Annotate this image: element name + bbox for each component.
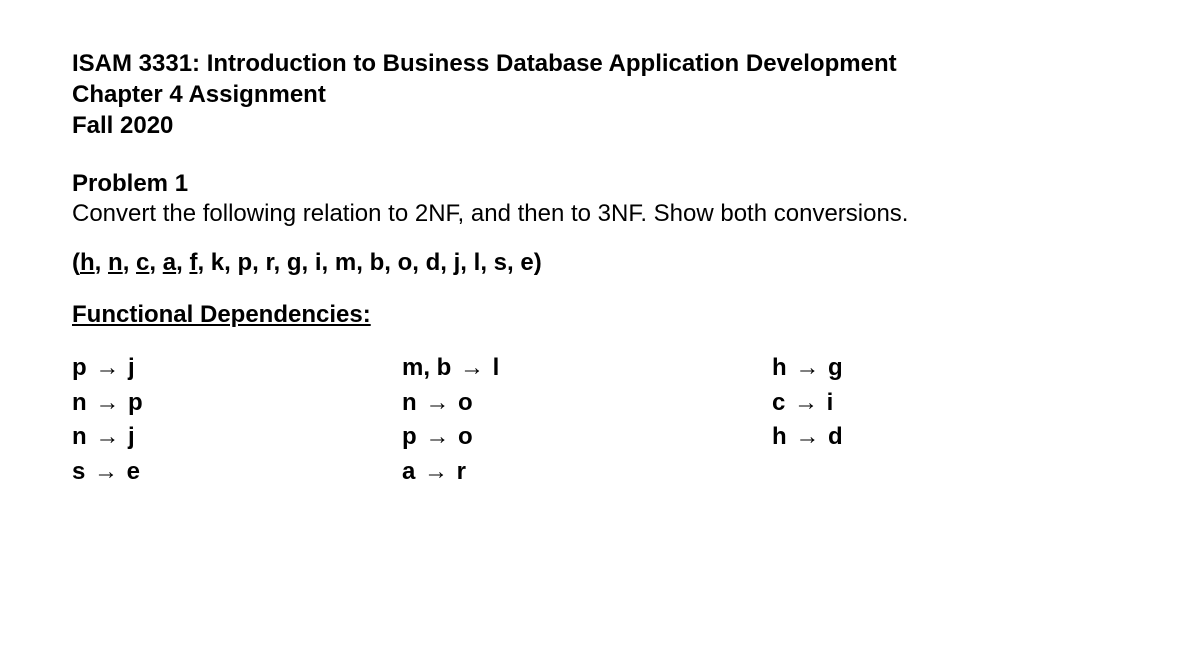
fd-rhs: p bbox=[121, 389, 142, 416]
functional-dependency: n → p bbox=[72, 386, 402, 421]
attribute: e bbox=[520, 249, 533, 276]
functional-dependency: n → o bbox=[402, 386, 772, 421]
assignment-document: ISAM 3331: Introduction to Business Data… bbox=[0, 0, 1200, 530]
fd-rhs: g bbox=[821, 354, 842, 381]
arrow-icon: → bbox=[423, 386, 451, 421]
fd-lhs: p bbox=[402, 423, 423, 450]
functional-dependency: a → r bbox=[402, 455, 772, 490]
functional-dependency: n → j bbox=[72, 420, 402, 455]
fd-lhs: n bbox=[72, 423, 93, 450]
fd-rhs: o bbox=[451, 389, 472, 416]
fd-lhs: p bbox=[72, 354, 93, 381]
separator: , bbox=[197, 249, 210, 276]
functional-dependency: s → e bbox=[72, 455, 402, 490]
arrow-icon: → bbox=[93, 420, 121, 455]
functional-dependency: h → d bbox=[772, 420, 1032, 455]
fd-rhs: i bbox=[820, 389, 833, 416]
chapter-title: Chapter 4 Assignment bbox=[72, 79, 1128, 110]
fd-columns: p → jn → pn → js → em, b → ln → op → oa … bbox=[72, 351, 1128, 490]
fd-lhs: a bbox=[402, 458, 422, 485]
fd-lhs: h bbox=[772, 423, 793, 450]
attribute: r bbox=[266, 249, 274, 276]
course-title: ISAM 3331: Introduction to Business Data… bbox=[72, 48, 1128, 79]
separator: , bbox=[507, 249, 520, 276]
attribute: o bbox=[398, 249, 413, 276]
attribute: b bbox=[370, 249, 385, 276]
separator: , bbox=[123, 249, 136, 276]
separator: , bbox=[440, 249, 453, 276]
attribute: g bbox=[287, 249, 302, 276]
key-attribute: h bbox=[80, 249, 95, 276]
fd-header: Functional Dependencies: bbox=[72, 301, 1128, 329]
separator: , bbox=[95, 249, 108, 276]
functional-dependency: p → j bbox=[72, 351, 402, 386]
separator: , bbox=[149, 249, 162, 276]
key-attribute: n bbox=[108, 249, 123, 276]
key-attribute: a bbox=[163, 249, 176, 276]
arrow-icon: → bbox=[93, 386, 121, 421]
attribute: d bbox=[426, 249, 441, 276]
fd-lhs: s bbox=[72, 458, 92, 485]
fd-rhs: o bbox=[451, 423, 472, 450]
arrow-icon: → bbox=[792, 386, 820, 421]
attribute: s bbox=[494, 249, 507, 276]
fd-rhs: j bbox=[121, 423, 134, 450]
arrow-icon: → bbox=[458, 351, 486, 386]
fd-lhs: n bbox=[402, 389, 423, 416]
problem-title: Problem 1 bbox=[72, 170, 1128, 198]
problem-block: Problem 1 Convert the following relation… bbox=[72, 170, 1128, 229]
relation-schema: (h, n, c, a, f, k, p, r, g, i, m, b, o, … bbox=[72, 249, 1128, 277]
separator: , bbox=[302, 249, 315, 276]
functional-dependency: c → i bbox=[772, 386, 1032, 421]
fd-lhs: m, b bbox=[402, 354, 458, 381]
attribute: i bbox=[315, 249, 322, 276]
arrow-icon: → bbox=[422, 455, 450, 490]
attribute: k bbox=[211, 249, 224, 276]
separator: , bbox=[176, 249, 189, 276]
arrow-icon: → bbox=[93, 351, 121, 386]
separator: , bbox=[224, 249, 237, 276]
functional-dependency: h → g bbox=[772, 351, 1032, 386]
fd-rhs: r bbox=[450, 458, 466, 485]
separator: , bbox=[322, 249, 335, 276]
fd-lhs: h bbox=[772, 354, 793, 381]
key-attribute: c bbox=[136, 249, 149, 276]
paren-close: ) bbox=[534, 249, 542, 276]
arrow-icon: → bbox=[793, 420, 821, 455]
separator: , bbox=[480, 249, 493, 276]
paren-open: ( bbox=[72, 249, 80, 276]
arrow-icon: → bbox=[423, 420, 451, 455]
separator: , bbox=[384, 249, 397, 276]
separator: , bbox=[412, 249, 425, 276]
separator: , bbox=[274, 249, 287, 276]
functional-dependency: m, b → l bbox=[402, 351, 772, 386]
fd-rhs: e bbox=[120, 458, 140, 485]
separator: , bbox=[356, 249, 369, 276]
fd-rhs: d bbox=[821, 423, 842, 450]
problem-description: Convert the following relation to 2NF, a… bbox=[72, 198, 1128, 229]
term-title: Fall 2020 bbox=[72, 110, 1128, 141]
attribute: p bbox=[237, 249, 252, 276]
fd-column: m, b → ln → op → oa → r bbox=[402, 351, 772, 490]
arrow-icon: → bbox=[92, 455, 120, 490]
fd-column: h → gc → ih → d bbox=[772, 351, 1032, 490]
functional-dependency: p → o bbox=[402, 420, 772, 455]
fd-column: p → jn → pn → js → e bbox=[72, 351, 402, 490]
separator: , bbox=[460, 249, 473, 276]
arrow-icon: → bbox=[793, 351, 821, 386]
fd-rhs: j bbox=[121, 354, 134, 381]
attribute: m bbox=[335, 249, 356, 276]
fd-rhs: l bbox=[486, 354, 499, 381]
fd-lhs: n bbox=[72, 389, 93, 416]
separator: , bbox=[252, 249, 265, 276]
fd-lhs: c bbox=[772, 389, 792, 416]
